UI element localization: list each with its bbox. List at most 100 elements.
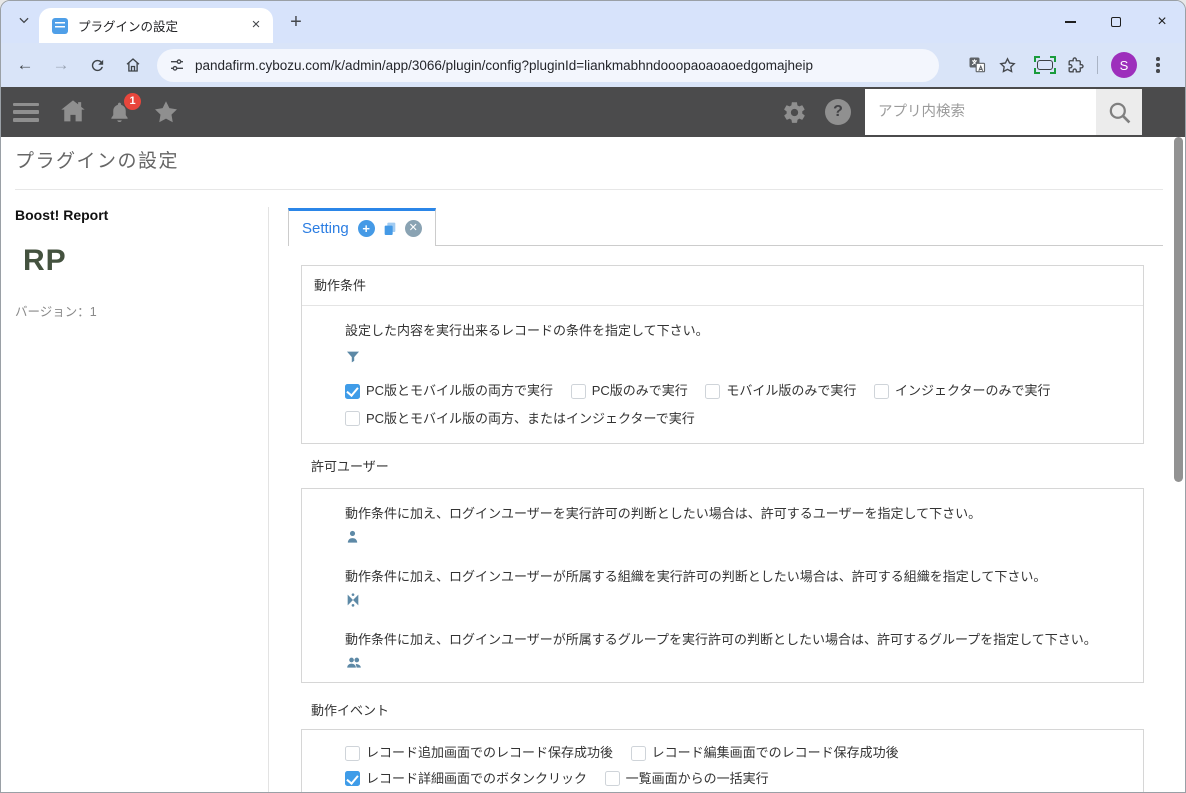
help-icon[interactable]: ?: [825, 99, 851, 125]
checkbox-label: レコード詳細画面でのボタンクリック: [366, 768, 587, 790]
navbar-left: 1: [13, 87, 180, 137]
maximize-button[interactable]: [1093, 1, 1139, 43]
magnifier-icon: [1106, 99, 1133, 126]
url-text[interactable]: pandafirm.cybozu.com/k/admin/app/3066/pl…: [195, 58, 813, 73]
profile-avatar[interactable]: S: [1111, 52, 1137, 78]
settings-gear-icon[interactable]: [782, 100, 807, 125]
conditions-body: 設定した内容を実行出来るレコードの条件を指定して下さい。 PC版とモバイル版の両…: [302, 306, 1143, 434]
tab-search-button[interactable]: [11, 9, 37, 35]
notification-badge: 1: [124, 93, 141, 110]
allowed-users-panel: 動作条件に加え、ログインユーザーを実行許可の判断としたい場合は、許可するユーザー…: [301, 488, 1144, 683]
page-scrollbar[interactable]: [1168, 137, 1185, 792]
duplicate-tab-icon[interactable]: [382, 221, 398, 237]
conditions-checkbox-row-2: PC版とモバイル版の両方、またはインジェクターで実行: [345, 407, 1131, 435]
tab-close-icon[interactable]: ×: [247, 17, 265, 35]
filter-icon[interactable]: [345, 349, 361, 365]
checkbox-icon[interactable]: [571, 384, 586, 399]
window-controls: ×: [1047, 1, 1185, 43]
allowed-group-item: 動作条件に加え、ログインユーザーが所属するグループを実行許可の判断としたい場合は…: [345, 629, 1131, 672]
plugin-name: Boost! Report: [15, 207, 255, 223]
three-dots-icon: [1156, 63, 1160, 67]
sidebar-divider: [268, 207, 269, 792]
extensions-icon[interactable]: [1060, 50, 1090, 80]
add-tab-icon[interactable]: +: [358, 220, 375, 237]
home-button[interactable]: [119, 51, 147, 79]
checkbox-record-add-save-success[interactable]: レコード追加画面でのレコード保存成功後: [345, 742, 613, 764]
checkbox-icon[interactable]: [874, 384, 889, 399]
scrollbar-thumb[interactable]: [1174, 137, 1183, 482]
user-icon[interactable]: [345, 529, 1131, 546]
browser-tab[interactable]: プラグインの設定 ×: [39, 8, 273, 43]
new-tab-button[interactable]: +: [283, 10, 309, 36]
plugin-sidebar: Boost! Report RP バージョン：1: [15, 207, 255, 320]
conditions-checkbox-row-1: PC版とモバイル版の両方で実行 PC版のみで実行 モバイル版のみで実行 インジェ…: [345, 379, 1131, 407]
organization-icon[interactable]: [345, 592, 1131, 609]
minimize-button[interactable]: [1047, 1, 1093, 43]
checkbox-icon[interactable]: [345, 411, 360, 426]
checkbox-icon[interactable]: [605, 771, 620, 786]
allowed-user-item: 動作条件に加え、ログインユーザーを実行許可の判断としたい場合は、許可するユーザー…: [345, 503, 1131, 546]
checkbox-icon[interactable]: [705, 384, 720, 399]
browser-window: プラグインの設定 × + × ← → pandafirm.cybozu.com/…: [0, 0, 1186, 793]
notifications-bell-icon[interactable]: 1: [107, 100, 132, 125]
navbar-right: ?: [782, 87, 1142, 137]
toolbar-actions: S: [962, 50, 1185, 80]
checkbox-run-pc-only[interactable]: PC版のみで実行: [571, 379, 688, 403]
events-body: レコード追加画面でのレコード保存成功後 レコード編集画面でのレコード保存成功後 …: [302, 730, 1143, 793]
setting-tab-label: Setting: [302, 220, 349, 237]
tab-favicon-icon: [52, 18, 68, 34]
toolbar-separator: [1097, 56, 1098, 74]
page-content: プラグインの設定 Boost! Report RP バージョン：1 Settin…: [1, 137, 1185, 792]
plugin-logo: RP: [23, 244, 255, 278]
checkbox-run-mobile-only[interactable]: モバイル版のみで実行: [705, 379, 856, 403]
checkbox-record-detail-button-click[interactable]: レコード詳細画面でのボタンクリック: [345, 768, 587, 790]
events-checkbox-row-2: レコード詳細画面でのボタンクリック 一覧画面からの一括実行: [345, 768, 1131, 793]
app-search-input[interactable]: [865, 89, 1096, 135]
events-checkbox-row-1: レコード追加画面でのレコード保存成功後 レコード編集画面でのレコード保存成功後: [345, 742, 1131, 768]
checkbox-icon[interactable]: [345, 384, 360, 399]
group-icon[interactable]: [345, 655, 1131, 672]
browser-menu-icon[interactable]: [1143, 50, 1173, 80]
home-nav-icon[interactable]: [59, 98, 87, 126]
favorites-star-icon[interactable]: [152, 98, 180, 126]
screenshot-tool-icon[interactable]: [1030, 50, 1060, 80]
hamburger-menu-icon[interactable]: [13, 103, 39, 122]
events-panel: レコード追加画面でのレコード保存成功後 レコード編集画面でのレコード保存成功後 …: [301, 729, 1144, 793]
remove-tab-icon[interactable]: ✕: [405, 220, 422, 237]
refresh-button[interactable]: [83, 51, 111, 79]
browser-titlebar: プラグインの設定 × + ×: [1, 1, 1185, 43]
allowed-users-title: 許可ユーザー: [311, 456, 389, 475]
checkbox-icon[interactable]: [345, 746, 360, 761]
translate-icon[interactable]: [962, 50, 992, 80]
chevron-down-icon: [17, 13, 31, 32]
site-settings-icon[interactable]: [169, 57, 185, 73]
checkbox-run-pc-and-mobile[interactable]: PC版とモバイル版の両方で実行: [345, 379, 553, 403]
page-title: プラグインの設定: [15, 146, 179, 173]
allowed-org-text: 動作条件に加え、ログインユーザーが所属する組織を実行許可の判断としたい場合は、許…: [345, 566, 1131, 585]
checkbox-list-bulk-run[interactable]: 一覧画面からの一括実行: [605, 768, 769, 790]
checkbox-run-injector-only[interactable]: インジェクターのみで実行: [874, 379, 1050, 403]
allowed-user-text: 動作条件に加え、ログインユーザーを実行許可の判断としたい場合は、許可するユーザー…: [345, 503, 1131, 522]
search-button[interactable]: [1096, 89, 1142, 135]
conditions-title: 動作条件: [302, 266, 1143, 306]
tab-setting[interactable]: Setting + ✕: [288, 208, 436, 246]
checkbox-label: インジェクターのみで実行: [895, 379, 1050, 403]
bookmark-star-icon[interactable]: [992, 50, 1022, 80]
checkbox-icon[interactable]: [631, 746, 646, 761]
close-button[interactable]: ×: [1139, 1, 1185, 43]
title-divider: [15, 189, 1163, 190]
plugin-version: バージョン：1: [15, 301, 255, 320]
checkbox-icon[interactable]: [345, 771, 360, 786]
checkbox-label: モバイル版のみで実行: [726, 379, 856, 403]
checkbox-label: PC版のみで実行: [592, 379, 688, 403]
checkbox-label: レコード追加画面でのレコード保存成功後: [366, 742, 613, 764]
forward-button[interactable]: →: [47, 51, 75, 79]
back-button[interactable]: ←: [11, 51, 39, 79]
url-bar[interactable]: pandafirm.cybozu.com/k/admin/app/3066/pl…: [157, 49, 939, 82]
checkbox-label: 一覧画面からの一括実行: [626, 768, 769, 790]
maximize-icon: [1111, 17, 1121, 27]
checkbox-label: PC版とモバイル版の両方、またはインジェクターで実行: [366, 407, 695, 431]
checkbox-run-both-or-injector[interactable]: PC版とモバイル版の両方、またはインジェクターで実行: [345, 407, 695, 431]
checkbox-record-edit-save-success[interactable]: レコード編集画面でのレコード保存成功後: [631, 742, 899, 764]
conditions-panel: 動作条件 設定した内容を実行出来るレコードの条件を指定して下さい。 PC版とモバ…: [301, 265, 1144, 444]
